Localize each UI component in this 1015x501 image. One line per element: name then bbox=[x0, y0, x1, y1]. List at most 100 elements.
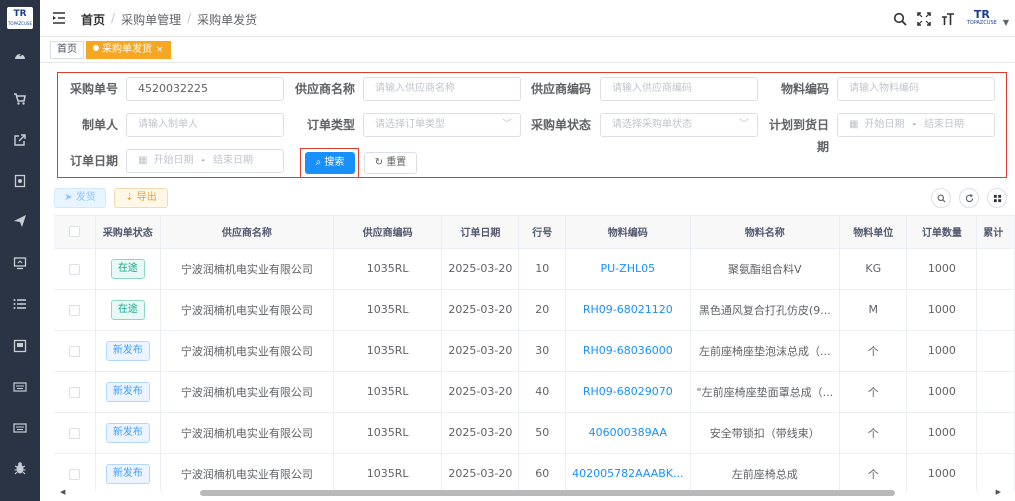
po-number-input[interactable]: 4520032225 bbox=[126, 77, 284, 101]
user-avatar[interactable]: TR TOPAZCUSE bbox=[965, 9, 999, 29]
material-code-link[interactable]: RH09-68029070 bbox=[583, 385, 673, 398]
order-date-start[interactable]: 开始日期 bbox=[153, 155, 193, 166]
bug-icon[interactable] bbox=[11, 459, 29, 477]
material-code-link[interactable]: 406000389AA bbox=[589, 426, 667, 439]
sidebar-logo[interactable]: TR TOPAZCUSE bbox=[7, 7, 33, 29]
scroll-right-icon[interactable]: ▶ bbox=[996, 488, 1001, 496]
dashboard-icon[interactable] bbox=[11, 46, 29, 64]
cell-supplier-code: 1035RL bbox=[333, 412, 443, 454]
cell-material-unit: 个 bbox=[839, 371, 908, 413]
header-logo-text: TR bbox=[973, 7, 990, 21]
list-icon[interactable] bbox=[11, 295, 29, 313]
send-icon[interactable] bbox=[11, 212, 29, 230]
planned-date-end[interactable]: 结束日期 bbox=[924, 119, 964, 130]
table-row[interactable]: 新发布 宁波润楠机电实业有限公司 1035RL 2025-03-20 60 4020057… bbox=[54, 453, 1015, 491]
col-header-supplier-name[interactable]: 供应商名称 bbox=[160, 216, 334, 249]
document-icon[interactable] bbox=[11, 172, 29, 190]
horizontal-scrollbar[interactable]: ◀ ▶ bbox=[54, 488, 1015, 498]
cell-line-number: 30 bbox=[518, 330, 567, 372]
report-icon[interactable] bbox=[11, 337, 29, 355]
table-row[interactable]: 新发布 宁波润楠机电实业有限公司 1035RL 2025-03-20 30 RH09-68… bbox=[54, 330, 1015, 372]
material-code-label: 物料编码 bbox=[780, 82, 829, 96]
row-checkbox[interactable] bbox=[68, 427, 80, 439]
col-header-supplier-code[interactable]: 供应商编码 bbox=[333, 216, 443, 249]
order-date-label: 订单日期 bbox=[69, 154, 118, 168]
keyboard-alt-icon[interactable] bbox=[11, 419, 29, 437]
tag-po-shipment[interactable]: 采购单发货 × bbox=[86, 41, 171, 59]
cell-order-qty: 1000 bbox=[906, 330, 978, 372]
table-row[interactable]: 新发布 宁波润楠机电实业有限公司 1035RL 2025-03-20 40 RH09-68… bbox=[54, 371, 1015, 413]
material-code-placeholder: 请输入物料编码 bbox=[849, 83, 919, 94]
search-button[interactable]: ⌕ 搜索 bbox=[305, 152, 355, 174]
row-checkbox[interactable] bbox=[68, 263, 80, 275]
caret-down-icon[interactable]: ▼ bbox=[1003, 18, 1009, 27]
col-header-material-code[interactable]: 物料编码 bbox=[565, 216, 691, 249]
cell-supplier-name: 宁波润楠机电实业有限公司 bbox=[160, 289, 334, 331]
row-checkbox[interactable] bbox=[68, 468, 80, 480]
select-all-checkbox[interactable] bbox=[68, 226, 80, 237]
keyboard-icon[interactable] bbox=[11, 378, 29, 396]
scroll-left-icon[interactable]: ◀ bbox=[60, 488, 65, 496]
row-checkbox-cell[interactable] bbox=[54, 371, 96, 413]
order-date-end[interactable]: 结束日期 bbox=[213, 155, 253, 166]
order-type-select[interactable]: 请选择订单类型 ﹀ bbox=[363, 113, 521, 137]
col-header-material-unit[interactable]: 物料单位 bbox=[839, 216, 908, 249]
refresh-button[interactable] bbox=[959, 188, 979, 208]
reset-button[interactable]: ↻ 重置 bbox=[364, 152, 417, 174]
row-checkbox-cell[interactable] bbox=[54, 289, 96, 331]
table-row[interactable]: 在途 宁波润楠机电实业有限公司 1035RL 2025-03-20 10 PU-ZHL05… bbox=[54, 248, 1015, 290]
columns-button[interactable] bbox=[987, 188, 1007, 208]
row-checkbox-cell[interactable] bbox=[54, 453, 96, 491]
table-row[interactable]: 在途 宁波润楠机电实业有限公司 1035RL 2025-03-20 20 RH09-680… bbox=[54, 289, 1015, 331]
toggle-search-button[interactable] bbox=[931, 188, 951, 208]
external-link-icon[interactable] bbox=[11, 131, 29, 149]
menu-toggle-icon[interactable] bbox=[52, 11, 66, 25]
close-icon[interactable]: × bbox=[156, 45, 164, 55]
cell-material-code: RH09-68021120 bbox=[565, 289, 691, 331]
supplier-name-input[interactable]: 请输入供应商名称 bbox=[363, 77, 521, 101]
font-size-icon[interactable] bbox=[941, 12, 955, 26]
material-code-link[interactable]: RH09-68021120 bbox=[583, 303, 673, 316]
header-actions: TR TOPAZCUSE ▼ bbox=[893, 0, 1015, 37]
select-all-checkbox-cell[interactable] bbox=[54, 216, 96, 249]
breadcrumb-home[interactable]: 首页 bbox=[81, 11, 105, 28]
material-code-link[interactable]: 402005782AAABK... bbox=[572, 467, 683, 480]
cell-material-code: 406000389AA bbox=[565, 412, 691, 454]
breadcrumb-po-management: 采购单管理 bbox=[121, 13, 182, 27]
col-header-line-number[interactable]: 行号 bbox=[518, 216, 567, 249]
row-checkbox[interactable] bbox=[68, 386, 80, 398]
row-checkbox[interactable] bbox=[68, 304, 80, 316]
po-status-select[interactable]: 请选择采购单状态 ﹀ bbox=[600, 113, 758, 137]
search-button-label: 搜索 bbox=[324, 157, 345, 168]
col-header-po-status[interactable]: 采购单状态 bbox=[95, 216, 161, 249]
row-checkbox-cell[interactable] bbox=[54, 412, 96, 454]
material-code-link[interactable]: PU-ZHL05 bbox=[601, 262, 656, 275]
material-code-link[interactable]: RH09-68036000 bbox=[583, 344, 673, 357]
row-checkbox-cell[interactable] bbox=[54, 330, 96, 372]
row-checkbox-cell[interactable] bbox=[54, 248, 96, 290]
col-header-order-date[interactable]: 订单日期 bbox=[441, 216, 520, 249]
cell-supplier-code: 1035RL bbox=[333, 371, 443, 413]
order-date-range[interactable]: ▦ 开始日期 - 结束日期 bbox=[126, 149, 284, 173]
cart-icon[interactable] bbox=[11, 90, 29, 108]
supplier-code-input[interactable]: 请输入供应商编码 bbox=[600, 77, 758, 101]
fullscreen-icon[interactable] bbox=[917, 11, 931, 26]
col-header-material-name[interactable]: 物料名称 bbox=[690, 216, 841, 249]
monitor-icon[interactable] bbox=[11, 254, 29, 272]
export-button[interactable]: ⇣ 导出 bbox=[114, 188, 168, 208]
tag-home[interactable]: 首页 bbox=[50, 41, 84, 59]
search-icon[interactable] bbox=[893, 12, 907, 26]
tag-active-label: 采购单发货 bbox=[102, 44, 152, 55]
material-code-input[interactable]: 请输入物料编码 bbox=[837, 77, 995, 101]
planned-date-range[interactable]: ▦ 开始日期 - 结束日期 bbox=[837, 113, 995, 137]
col-header-order-qty[interactable]: 订单数量 bbox=[906, 216, 978, 249]
send-button[interactable]: ➤ 发货 bbox=[54, 188, 106, 208]
cell-po-status: 新发布 bbox=[95, 330, 161, 372]
scrollbar-thumb[interactable] bbox=[200, 490, 895, 496]
planned-date-start[interactable]: 开始日期 bbox=[864, 119, 904, 130]
col-header-cumulative[interactable]: 累计 bbox=[976, 216, 1015, 249]
creator-input[interactable]: 请输入制单人 bbox=[126, 113, 284, 137]
table-row[interactable]: 新发布 宁波润楠机电实业有限公司 1035RL 2025-03-20 50 4060003… bbox=[54, 412, 1015, 454]
row-checkbox[interactable] bbox=[68, 345, 80, 357]
tag-home-label: 首页 bbox=[57, 44, 77, 55]
